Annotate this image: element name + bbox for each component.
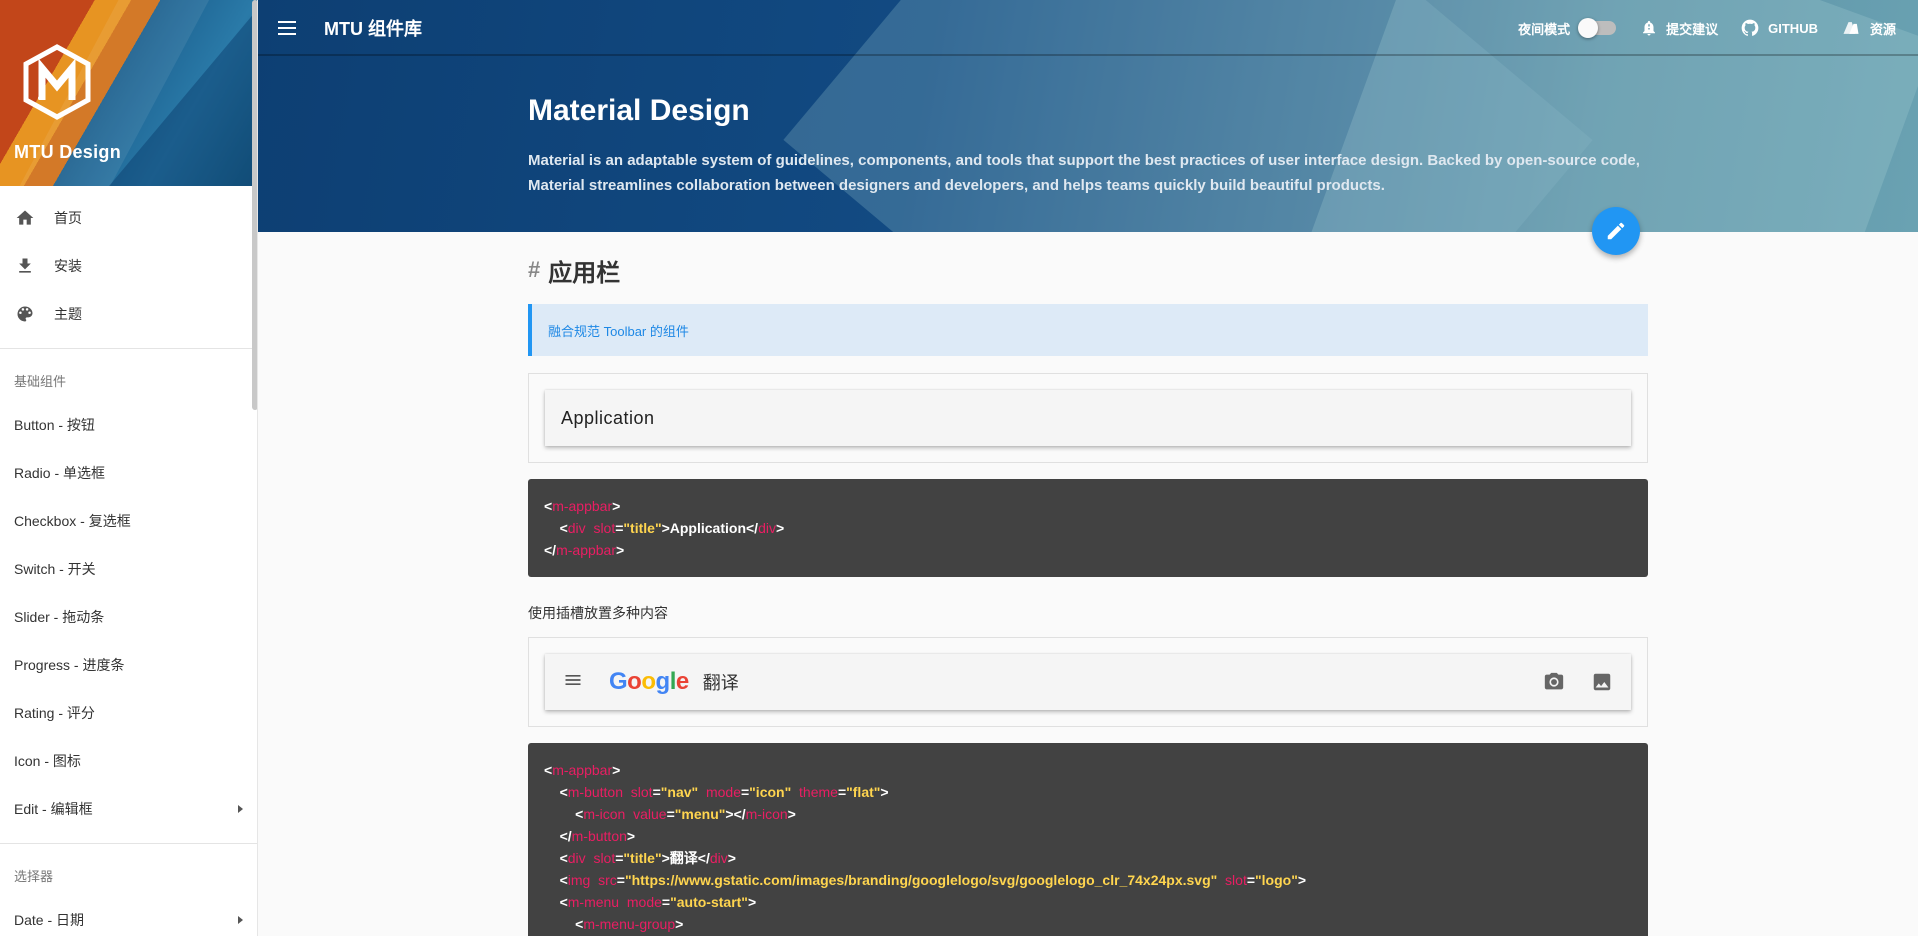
download-icon — [14, 255, 40, 277]
code-block-1: <m-appbar> <div slot="title">Application… — [528, 479, 1648, 577]
brand-logo-icon — [23, 44, 91, 120]
sidebar-item-theme[interactable]: 主题 — [0, 290, 257, 338]
main-content: # 应用栏 融合规范 Toolbar 的组件 Application <m-ap… — [528, 232, 1648, 936]
night-mode-switch[interactable] — [1578, 18, 1617, 38]
divider — [0, 348, 257, 349]
pencil-icon — [1607, 222, 1625, 240]
section-title: # 应用栏 — [528, 252, 1648, 288]
sidebar-item-label: Edit - 编辑框 — [14, 801, 93, 817]
sidebar-item-date[interactable]: Date - 日期 — [0, 896, 257, 936]
sidebar-item-progress[interactable]: Progress - 进度条 — [0, 641, 257, 689]
demo-box-slots: Google 翻译 — [528, 637, 1648, 727]
sidebar-item-label: Date - 日期 — [14, 912, 85, 928]
sidebar-item-label: 首页 — [54, 210, 82, 226]
hero-title: Material Design — [528, 94, 750, 127]
section-paragraph: 使用插槽放置多种内容 — [528, 605, 668, 621]
sidebar-item-label: 安装 — [54, 258, 82, 274]
google-logo: Google — [609, 668, 689, 695]
code-block-2: <m-appbar> <m-button slot="nav" mode="ic… — [528, 743, 1648, 936]
menu-icon[interactable] — [563, 670, 583, 695]
demo-appbar-google: Google 翻译 — [545, 654, 1631, 710]
feedback-bell-icon — [1640, 19, 1658, 37]
sidebar-item-label: Radio - 单选框 — [14, 465, 106, 481]
sidebar: MTU Design 首页 安装 主题 基础组件 Button - 按钮 Rad… — [0, 0, 258, 936]
sidebar-group-pickers: 选择器 — [14, 868, 54, 884]
sidebar-group-basic: 基础组件 — [14, 373, 67, 389]
top-app-bar: MTU 组件库 夜间模式 提交建议 GITHUB 资源 — [258, 0, 1918, 56]
resources-icon — [1840, 18, 1862, 38]
info-tip: 融合规范 Toolbar 的组件 — [528, 304, 1648, 356]
sidebar-item-label: Checkbox - 复选框 — [14, 513, 131, 529]
edit-fab-button[interactable] — [1592, 207, 1640, 255]
app-title: MTU 组件库 — [324, 19, 422, 39]
sidebar-item-label: Rating - 评分 — [14, 705, 95, 721]
sidebar-item-icon[interactable]: Icon - 图标 — [0, 737, 257, 785]
palette-icon — [14, 303, 40, 325]
sidebar-item-label: 主题 — [54, 306, 82, 322]
expand-arrow-icon — [238, 916, 243, 924]
demo-appbar: Application — [545, 390, 1631, 446]
sidebar-item-checkbox[interactable]: Checkbox - 复选框 — [0, 497, 257, 545]
demo-appbar-title: 翻译 — [702, 673, 739, 693]
feedback-label: 提交建议 — [1666, 21, 1719, 37]
demo-box-application: Application — [528, 373, 1648, 463]
github-link[interactable]: GITHUB — [1740, 18, 1818, 38]
sidebar-header: MTU Design — [0, 0, 257, 186]
feedback-link[interactable]: 提交建议 — [1640, 19, 1718, 38]
sidebar-item-label: Slider - 拖动条 — [14, 609, 105, 625]
resources-label: 资源 — [1869, 21, 1896, 37]
sidebar-item-label: Button - 按钮 — [14, 417, 95, 433]
divider — [0, 843, 257, 844]
night-mode-toggle[interactable]: 夜间模式 — [1518, 18, 1618, 38]
anchor-hash-icon[interactable]: # — [528, 257, 540, 283]
menu-icon[interactable] — [278, 16, 302, 40]
sidebar-item-rating[interactable]: Rating - 评分 — [0, 689, 257, 737]
github-label: GITHUB — [1768, 20, 1818, 36]
resources-link[interactable]: 资源 — [1840, 18, 1896, 38]
sidebar-item-switch[interactable]: Switch - 开关 — [0, 545, 257, 593]
sidebar-item-edit[interactable]: Edit - 编辑框 — [0, 785, 257, 833]
section-title-text: 应用栏 — [548, 259, 621, 287]
sidebar-item-slider[interactable]: Slider - 拖动条 — [0, 593, 257, 641]
hero-description: Material is an adaptable system of guide… — [528, 152, 1640, 194]
image-icon[interactable] — [1591, 671, 1613, 693]
sidebar-item-install[interactable]: 安装 — [0, 242, 257, 290]
night-mode-label: 夜间模式 — [1518, 21, 1571, 37]
brand-name: MTU Design — [14, 142, 122, 162]
home-icon — [14, 207, 40, 229]
github-icon — [1740, 18, 1760, 38]
sidebar-item-label: Switch - 开关 — [14, 561, 96, 577]
expand-arrow-icon — [238, 805, 243, 813]
sidebar-item-home[interactable]: 首页 — [0, 194, 257, 242]
sidebar-item-button[interactable]: Button - 按钮 — [0, 401, 257, 449]
sidebar-item-label: Progress - 进度条 — [14, 657, 125, 673]
sidebar-item-label: Icon - 图标 — [14, 753, 81, 769]
camera-icon[interactable] — [1543, 671, 1565, 693]
sidebar-item-radio[interactable]: Radio - 单选框 — [0, 449, 257, 497]
